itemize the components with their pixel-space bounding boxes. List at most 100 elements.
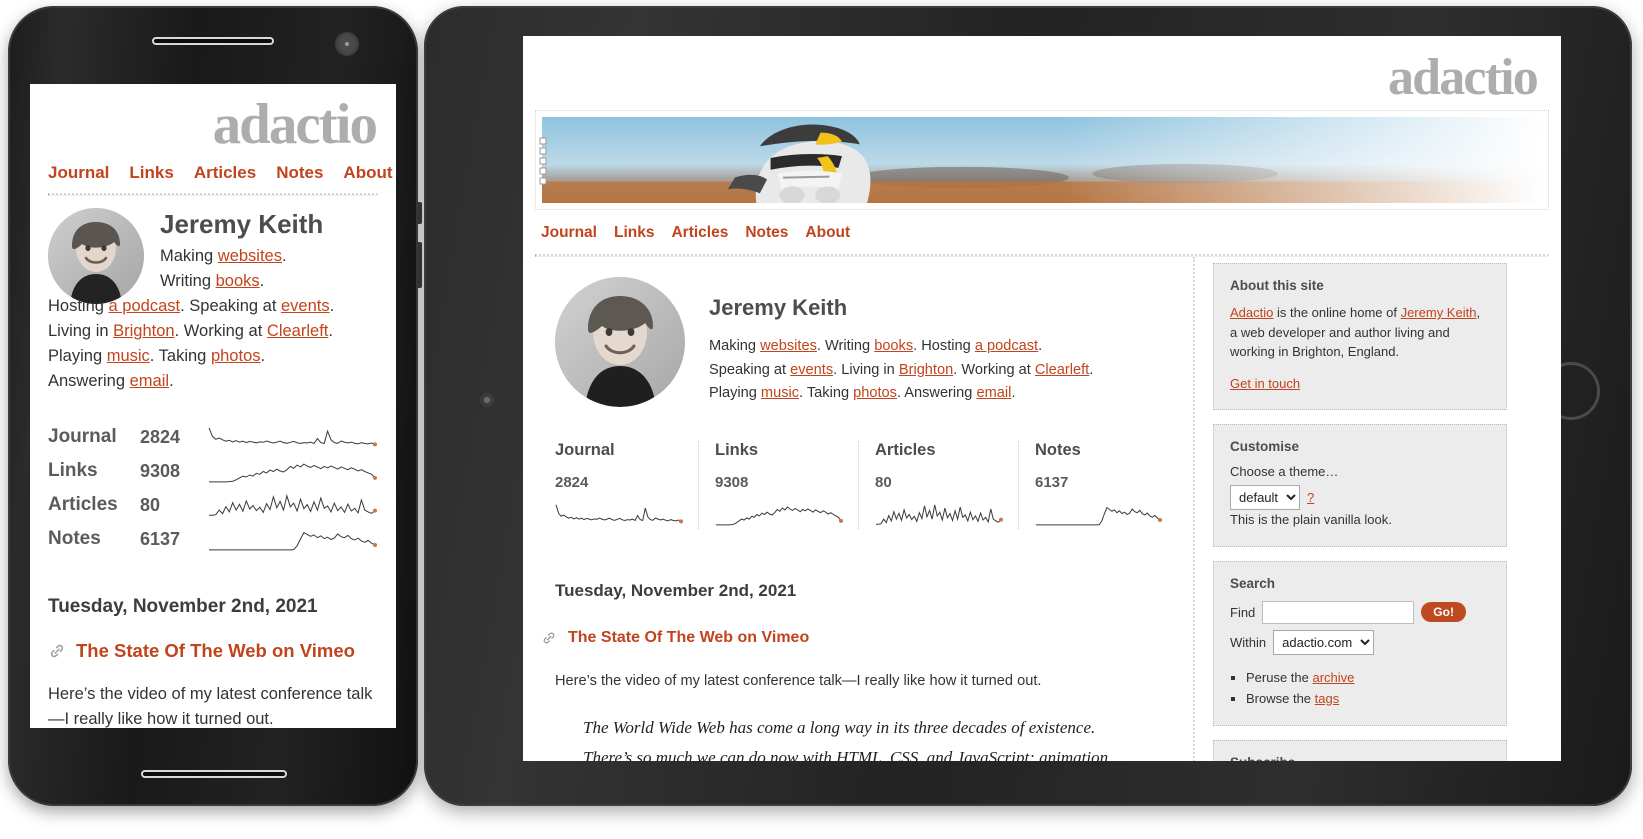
get-in-touch-link[interactable]: Get in touch: [1230, 376, 1300, 391]
theme-select[interactable]: default: [1230, 485, 1300, 510]
bio-link-photos[interactable]: photos: [853, 385, 897, 401]
stat-cell-notes[interactable]: Notes 6137: [1019, 441, 1177, 529]
avatar-phone: [48, 208, 144, 304]
nav-item-links[interactable]: Links: [129, 163, 173, 183]
screenshot-stage: adactio Journal Links Articles Notes Abo…: [0, 0, 1643, 839]
entry-heading-tablet[interactable]: The State Of The Web on Vimeo: [541, 629, 1177, 647]
bio-link-brighton[interactable]: Brighton: [113, 322, 174, 340]
tags-link[interactable]: tags: [1315, 691, 1340, 706]
bio-link-podcast[interactable]: a podcast: [109, 297, 181, 315]
phone-device-frame: adactio Journal Links Articles Notes Abo…: [8, 6, 422, 806]
theme-label: Choose a theme…: [1230, 464, 1339, 479]
bio-link-books[interactable]: books: [874, 338, 913, 354]
entry-body-phone: Here’s the video of my latest conference…: [48, 685, 373, 728]
site-logo-tablet[interactable]: adactio: [523, 36, 1561, 104]
stats-list-phone: Journal 2824 Links 9308 Articles 80 Note…: [48, 420, 378, 556]
search-scope-select[interactable]: adactio.com: [1273, 629, 1375, 655]
tablet-screen[interactable]: adactio Journal Links Articles Notes Abo…: [523, 36, 1561, 761]
bio-link-websites[interactable]: websites: [760, 338, 817, 354]
bio-link-brighton[interactable]: Brighton: [899, 362, 953, 378]
find-label: Find: [1230, 604, 1256, 620]
nav-item-notes[interactable]: Notes: [745, 224, 788, 242]
nav-item-links[interactable]: Links: [614, 224, 654, 242]
bio-link-websites[interactable]: websites: [218, 247, 282, 265]
site-banner-tablet[interactable]: [535, 110, 1549, 210]
primary-nav-phone[interactable]: Journal Links Articles Notes About: [48, 163, 393, 183]
stat-row-notes[interactable]: Notes 6137: [48, 522, 378, 556]
nav-item-articles[interactable]: Articles: [671, 224, 728, 242]
stats-grid-tablet: Journal 2824 Links 9308 Articles 80 Note…: [555, 441, 1177, 529]
banner-film-holes: [539, 137, 547, 191]
link-chain-icon: [543, 632, 555, 644]
entry-date-phone: Tuesday, November 2nd, 2021: [48, 596, 318, 618]
entry-body-tablet: Here’s the video of my latest conference…: [555, 673, 1042, 689]
phone-side-button-top[interactable]: [416, 202, 422, 224]
avatar-portrait-icon: [555, 277, 685, 407]
main-content-tablet: Jeremy Keith Making websites. Writing bo…: [535, 257, 1195, 761]
stat-cell-journal[interactable]: Journal 2824: [555, 441, 699, 529]
list-item-archive: Peruse the archive: [1246, 667, 1490, 688]
bio-link-music[interactable]: music: [761, 385, 799, 401]
profile-bio-tablet-3: Playing music. Taking photos. Answering …: [709, 385, 1016, 402]
about-link-jeremy-keith[interactable]: Jeremy Keith: [1401, 305, 1477, 320]
bio-link-books[interactable]: books: [216, 272, 260, 290]
site-logo-phone[interactable]: adactio: [48, 96, 378, 153]
bio-text: Writing: [160, 271, 216, 290]
profile-name-tablet: Jeremy Keith: [709, 295, 848, 320]
search-find-row: Find Go!: [1230, 600, 1490, 624]
avatar-tablet: [555, 277, 685, 407]
stat-row-journal[interactable]: Journal 2824: [48, 420, 378, 454]
sparkline-notes: [208, 524, 378, 554]
bio-link-photos[interactable]: photos: [211, 347, 261, 365]
nav-item-journal[interactable]: Journal: [48, 163, 109, 183]
profile-block-phone: Jeremy Keith Making websites. Writing bo…: [48, 208, 378, 394]
phone-screen[interactable]: adactio Journal Links Articles Notes Abo…: [30, 84, 396, 728]
stat-label: Journal: [48, 426, 117, 448]
stat-cell-articles[interactable]: Articles 80: [859, 441, 1019, 529]
bio-link-podcast[interactable]: a podcast: [975, 338, 1038, 354]
theme-control-row: default ?: [1230, 485, 1490, 510]
entry-blockquote: The World Wide Web has come a long way i…: [583, 713, 1177, 761]
bio-link-clearleft[interactable]: Clearleft: [1035, 362, 1089, 378]
bio-link-music[interactable]: music: [107, 347, 150, 365]
profile-bio-tablet-1: Making websites. Writing books. Hosting …: [709, 338, 1043, 354]
nav-item-notes[interactable]: Notes: [276, 163, 323, 183]
nav-item-journal[interactable]: Journal: [541, 224, 597, 242]
bio-link-clearleft[interactable]: Clearleft: [267, 322, 328, 340]
bio-link-email[interactable]: email: [130, 372, 169, 390]
profile-name-phone: Jeremy Keith: [160, 209, 324, 239]
entry-title-link-phone[interactable]: The State Of The Web on Vimeo: [76, 640, 355, 662]
bio-text: .: [281, 246, 287, 265]
stat-cell-links[interactable]: Links 9308: [699, 441, 859, 529]
primary-nav-tablet[interactable]: Journal Links Articles Notes About: [541, 224, 1561, 242]
stat-row-articles[interactable]: Articles 80: [48, 488, 378, 522]
about-link-adactio[interactable]: Adactio: [1230, 305, 1273, 320]
nav-item-about[interactable]: About: [343, 163, 392, 183]
nav-item-articles[interactable]: Articles: [194, 163, 256, 183]
bio-link-email[interactable]: email: [976, 385, 1011, 401]
nav-item-about[interactable]: About: [805, 224, 850, 242]
profile-bio-line-1: Making websites.: [160, 244, 378, 269]
search-extra-links: Peruse the archive Browse the tags: [1230, 667, 1490, 710]
entry-heading-phone[interactable]: The State Of The Web on Vimeo: [48, 640, 378, 662]
entry-title-link-tablet[interactable]: The State Of The Web on Vimeo: [568, 629, 809, 647]
phone-side-button-bottom[interactable]: [416, 242, 422, 288]
stat-label: Journal: [555, 441, 615, 459]
search-go-button[interactable]: Go!: [1421, 602, 1466, 622]
bio-link-events[interactable]: events: [281, 297, 330, 315]
tablet-device-frame: adactio Journal Links Articles Notes Abo…: [424, 6, 1632, 806]
stat-count: 9308: [715, 474, 749, 491]
search-input[interactable]: [1262, 600, 1415, 624]
sidebar-heading-search: Search: [1230, 575, 1276, 591]
sidebar-module-customise: Customise Choose a theme… default ? This…: [1213, 424, 1507, 547]
stat-label: Articles: [875, 441, 936, 459]
bio-text: .: [259, 271, 265, 290]
profile-bio-line-5: Playing music. Taking photos.: [48, 347, 266, 366]
bio-link-events[interactable]: events: [790, 362, 833, 378]
sidebar-module-about: About this site Adactio is the online ho…: [1213, 263, 1507, 410]
archive-prefix: Peruse the: [1246, 669, 1313, 685]
stat-row-links[interactable]: Links 9308: [48, 454, 378, 488]
theme-help-link[interactable]: ?: [1307, 490, 1314, 505]
archive-link[interactable]: archive: [1313, 670, 1355, 685]
search-within-row: Within adactio.com: [1230, 629, 1490, 655]
